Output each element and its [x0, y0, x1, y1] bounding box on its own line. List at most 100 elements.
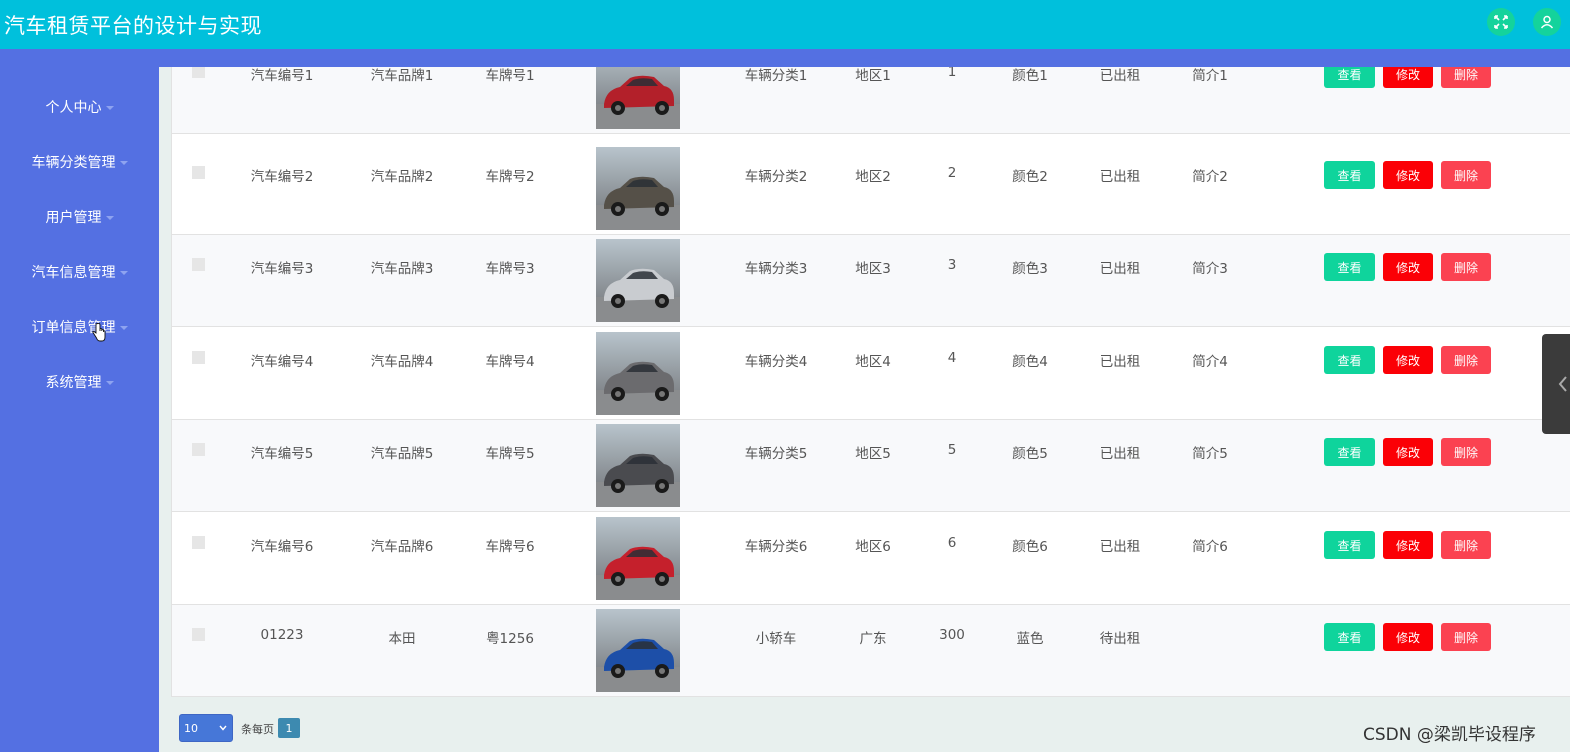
table-row: 汽车编号3 汽车品牌3 车牌号3 车辆分类3 地区3 3 颜色3 已出租 简介3 查看 修改 删除 — [172, 235, 1570, 327]
sidebar-item-label: 用户管理 — [45, 210, 102, 226]
cell-car-no: 汽车编号2 — [250, 169, 314, 185]
view-button[interactable]: 查看 — [1324, 253, 1375, 281]
edit-button[interactable]: 修改 — [1383, 346, 1433, 374]
caret-down-icon — [119, 326, 128, 330]
top-bar: 汽车租赁平台的设计与实现 — [0, 0, 1570, 49]
page-size-select[interactable]: 10 — [179, 714, 233, 742]
sidebar-item-vehicle-category[interactable]: 车辆分类管理 — [0, 142, 159, 182]
row-checkbox[interactable] — [192, 258, 205, 271]
edit-button[interactable]: 修改 — [1383, 161, 1433, 189]
page-size-label: 条每页 — [241, 723, 274, 736]
view-button[interactable]: 查看 — [1324, 67, 1375, 88]
sidebar-item-label: 个人中心 — [45, 100, 102, 116]
cell-intro: 简介2 — [1192, 169, 1228, 185]
delete-button[interactable]: 删除 — [1441, 346, 1491, 374]
caret-down-icon — [105, 381, 114, 385]
page-number-button[interactable]: 1 — [278, 718, 300, 738]
view-button[interactable]: 查看 — [1324, 346, 1375, 374]
car-image — [596, 67, 680, 129]
delete-button[interactable]: 删除 — [1441, 161, 1491, 189]
row-checkbox[interactable] — [192, 536, 205, 549]
cell-car-no: 汽车编号4 — [250, 354, 314, 370]
edit-button[interactable]: 修改 — [1383, 531, 1433, 559]
table-row: 汽车编号1 汽车品牌1 车牌号1 车辆分类1 地区1 1 颜色1 已出租 简介1 查看 修改 删除 — [172, 67, 1570, 134]
sidebar-item-label: 汽车信息管理 — [31, 265, 116, 281]
chevron-left-icon — [1558, 376, 1567, 392]
cell-brand: 汽车品牌2 — [370, 169, 434, 185]
fullscreen-icon[interactable] — [1487, 8, 1515, 36]
caret-down-icon — [105, 106, 114, 110]
sidebar-item-orders[interactable]: 订单信息管理 — [0, 307, 159, 347]
cell-brand: 汽车品牌1 — [370, 68, 434, 84]
hand-cursor-icon — [92, 323, 106, 342]
sidebar-item-users[interactable]: 用户管理 — [0, 197, 159, 237]
row-checkbox[interactable] — [192, 67, 205, 78]
view-button[interactable]: 查看 — [1324, 531, 1375, 559]
chevron-down-icon — [219, 725, 227, 731]
cell-intro: 简介1 — [1192, 68, 1228, 84]
car-table: 汽车编号1 汽车品牌1 车牌号1 车辆分类1 地区1 1 颜色1 已出租 简介1 查看 修改 删除 汽车… — [171, 67, 1570, 697]
table-row: 汽车编号2 汽车品牌2 车牌号2 车辆分类2 地区2 2 颜色2 已出租 简介2 查看 修改 删除 — [172, 143, 1570, 235]
row-checkbox[interactable] — [192, 443, 205, 456]
edit-button[interactable]: 修改 — [1383, 623, 1433, 651]
row-checkbox[interactable] — [192, 628, 205, 641]
delete-button[interactable]: 删除 — [1441, 531, 1491, 559]
cell-brand: 本田 — [388, 631, 416, 647]
view-button[interactable]: 查看 — [1324, 161, 1375, 189]
table-row: 汽车编号4 汽车品牌4 车牌号4 车辆分类4 地区4 4 颜色4 已出租 简介4 查看 修改 删除 — [172, 328, 1570, 420]
cell-car-no: 汽车编号5 — [250, 446, 314, 462]
table-row: 汽车编号6 汽车品牌6 车牌号6 车辆分类6 地区6 6 颜色6 已出租 简介6 查看 修改 删除 — [172, 513, 1570, 605]
sidebar-item-system[interactable]: 系统管理 — [0, 362, 159, 402]
sidebar-item-label: 车辆分类管理 — [31, 155, 116, 171]
cell-plate: 车牌号3 — [485, 261, 535, 277]
cell-brand: 汽车品牌5 — [370, 446, 434, 462]
page-size-value: 10 — [184, 721, 198, 735]
cell-plate: 车牌号4 — [485, 354, 535, 370]
edit-button[interactable]: 修改 — [1383, 438, 1433, 466]
car-image — [596, 147, 680, 230]
content-header-strip — [159, 49, 1570, 67]
sidebar: 个人中心 车辆分类管理 用户管理 汽车信息管理 订单信息管理 系统管理 — [0, 49, 159, 752]
edit-button[interactable]: 修改 — [1383, 67, 1433, 88]
cell-brand: 汽车品牌6 — [370, 539, 434, 555]
sidebar-item-car-info[interactable]: 汽车信息管理 — [0, 252, 159, 292]
watermark: CSDN @梁凯毕设程序 — [1363, 725, 1536, 745]
view-button[interactable]: 查看 — [1324, 438, 1375, 466]
user-icon[interactable] — [1533, 8, 1561, 36]
delete-button[interactable]: 删除 — [1441, 67, 1491, 88]
delete-button[interactable]: 删除 — [1441, 253, 1491, 281]
view-button[interactable]: 查看 — [1324, 623, 1375, 651]
car-image — [596, 609, 680, 692]
cell-car-no: 汽车编号1 — [250, 68, 314, 84]
delete-button[interactable]: 删除 — [1441, 623, 1491, 651]
caret-down-icon — [119, 271, 128, 275]
app-title: 汽车租赁平台的设计与实现 — [4, 13, 262, 38]
cell-brand: 汽车品牌3 — [370, 261, 434, 277]
cell-brand: 汽车品牌4 — [370, 354, 434, 370]
cell-plate: 车牌号2 — [485, 169, 535, 185]
cell-intro: 简介6 — [1192, 539, 1228, 555]
cell-intro: 简介4 — [1192, 354, 1228, 370]
delete-button[interactable]: 删除 — [1441, 438, 1491, 466]
car-image — [596, 239, 680, 322]
row-checkbox[interactable] — [192, 351, 205, 364]
car-image — [596, 332, 680, 415]
cell-plate: 车牌号5 — [485, 446, 535, 462]
table-row: 汽车编号5 汽车品牌5 车牌号5 车辆分类5 地区5 5 颜色5 已出租 简介5 查看 修改 删除 — [172, 420, 1570, 512]
cell-status: 待出租 — [1099, 631, 1141, 647]
cell-plate: 车牌号6 — [485, 539, 535, 555]
edit-button[interactable]: 修改 — [1383, 253, 1433, 281]
cell-car-no: 汽车编号6 — [250, 539, 314, 555]
side-drawer-tab[interactable] — [1542, 334, 1570, 434]
caret-down-icon — [119, 161, 128, 165]
table-row: 01223 本田 粤1256 小轿车 广东 300 蓝色 待出租 查看 修改 删除 — [172, 605, 1570, 696]
sidebar-item-personal-center[interactable]: 个人中心 — [0, 87, 159, 127]
row-checkbox[interactable] — [192, 166, 205, 179]
caret-down-icon — [105, 216, 114, 220]
cell-car-no: 01223 — [260, 627, 304, 643]
car-image — [596, 424, 680, 507]
sidebar-item-label: 系统管理 — [45, 375, 102, 391]
car-image — [596, 517, 680, 600]
cell-intro: 简介3 — [1192, 261, 1228, 277]
cell-car-no: 汽车编号3 — [250, 261, 314, 277]
